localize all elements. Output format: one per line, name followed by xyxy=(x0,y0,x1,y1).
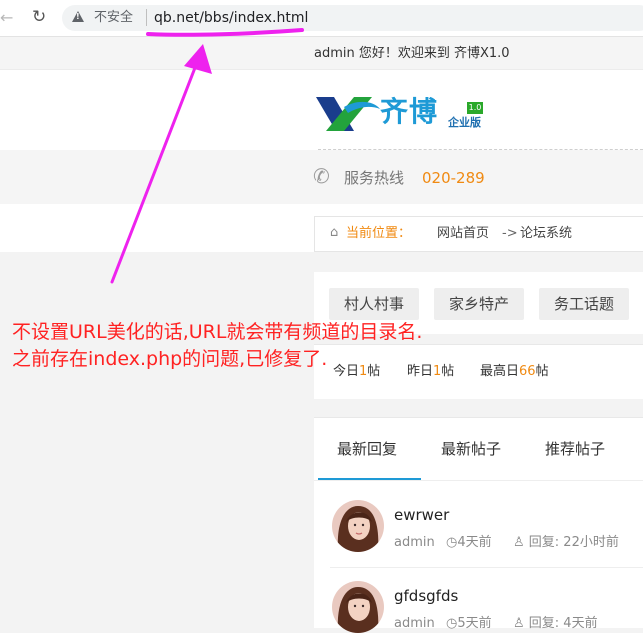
security-label[interactable]: 不安全 xyxy=(94,10,133,26)
post-author[interactable]: admin xyxy=(394,535,435,551)
phone-icon: ✆ xyxy=(313,164,330,188)
user-icon: ♙ xyxy=(513,616,529,631)
post-time-text: 4天前 xyxy=(457,535,492,550)
tab-latest-posts[interactable]: 最新帖子 xyxy=(441,440,501,458)
avatar[interactable] xyxy=(332,500,384,552)
reload-icon[interactable]: ↻ xyxy=(32,8,50,26)
avatar[interactable] xyxy=(332,581,384,633)
stat-label: 今日 xyxy=(333,364,360,379)
tab-latest-replies[interactable]: 最新回复 xyxy=(337,440,397,458)
stat-yesterday: 昨日1帖 xyxy=(407,364,454,380)
category-button-2[interactable]: 务工话题 xyxy=(539,288,629,320)
user-icon: ♙ xyxy=(513,535,529,550)
stat-unit: 帖 xyxy=(367,364,381,379)
tab-recommended-posts[interactable]: 推荐帖子 xyxy=(545,440,605,458)
annotation-text-line-1: 不设置URL美化的话,URL就会带有频道的目录名. xyxy=(12,321,423,343)
stat-today: 今日1帖 xyxy=(333,364,380,380)
logo-version-badge: 1.0 xyxy=(467,102,483,114)
warning-icon-mark: ! xyxy=(76,12,80,21)
post-title-link[interactable]: gfdsgfds xyxy=(394,587,458,605)
stat-unit: 帖 xyxy=(441,364,455,379)
annotation-text-line-2: 之前存在index.php的问题,已修复了. xyxy=(12,348,328,370)
post-time: ◷4天前 xyxy=(446,535,492,551)
address-bar[interactable] xyxy=(62,5,643,31)
url-text[interactable]: qb.net/bbs/index.html xyxy=(154,9,308,27)
breadcrumb-home-link[interactable]: 网站首页 xyxy=(437,226,489,242)
hotline-label: 服务热线 xyxy=(344,169,405,187)
post-author[interactable]: admin xyxy=(394,616,435,632)
stat-value: 66 xyxy=(519,364,536,379)
stat-label: 昨日 xyxy=(407,364,434,379)
arrow-left-icon[interactable]: ← xyxy=(0,9,14,27)
welcome-text: admin 您好！欢迎来到 齐博X1.0 xyxy=(314,46,510,61)
breadcrumb-current[interactable]: 论坛系统 xyxy=(520,226,572,242)
post-divider xyxy=(330,567,643,568)
clock-icon: ◷ xyxy=(446,535,458,550)
tabs-divider xyxy=(314,480,643,481)
breadcrumb-label: 当前位置： xyxy=(346,226,412,241)
logo-text[interactable]: 齐博 xyxy=(380,95,438,129)
stat-max-day: 最高日66帖 xyxy=(480,364,549,380)
dotted-divider xyxy=(318,149,643,150)
post-reply: ♙ 回复: 22小时前 xyxy=(513,535,619,551)
url-separator xyxy=(146,9,147,26)
clock-icon: ◷ xyxy=(446,616,458,631)
post-reply-text: 回复: 22小时前 xyxy=(528,535,619,550)
home-icon: ⌂ xyxy=(330,225,339,240)
category-button-1[interactable]: 家乡特产 xyxy=(434,288,524,320)
stat-unit: 帖 xyxy=(535,364,549,379)
post-time-text: 5天前 xyxy=(457,616,492,631)
hotline-number: 020-289 xyxy=(422,169,485,187)
logo-x-icon[interactable] xyxy=(314,93,382,135)
post-reply-text: 回复: 4天前 xyxy=(528,616,598,631)
post-title-link[interactable]: ewrwer xyxy=(394,506,449,524)
logo-edition: 企业版 xyxy=(448,116,481,129)
stat-label: 最高日 xyxy=(480,364,520,379)
active-tab-indicator xyxy=(318,478,421,480)
category-button-0[interactable]: 村人村事 xyxy=(329,288,419,320)
post-reply: ♙ 回复: 4天前 xyxy=(513,616,598,632)
breadcrumb-arrow: -> xyxy=(502,226,518,241)
post-time: ◷5天前 xyxy=(446,616,492,632)
